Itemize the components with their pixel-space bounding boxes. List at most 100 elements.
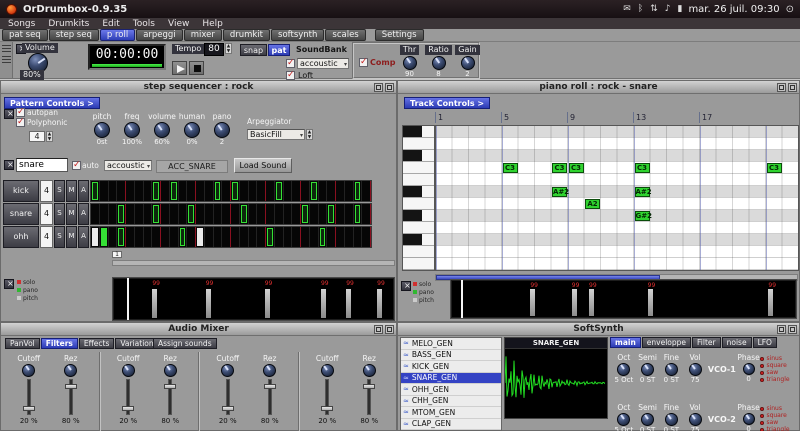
wave-option-sinus[interactable]: sinus — [760, 355, 800, 362]
mixer-tab-filters[interactable]: Filters — [41, 338, 78, 349]
generator-bass-gen[interactable]: ≈BASS_GEN — [401, 350, 501, 362]
knob-freq[interactable] — [124, 122, 140, 138]
auto-checkbox[interactable] — [72, 161, 81, 170]
knob-thr[interactable] — [403, 56, 417, 70]
arpeggiator-select[interactable]: BasicFill — [247, 129, 305, 140]
tab-p-roll[interactable]: p roll — [100, 29, 135, 41]
step-cell[interactable] — [214, 181, 223, 201]
soundbank-select[interactable]: accoustic — [297, 58, 349, 69]
steps-spinner[interactable]: 4 — [29, 131, 45, 142]
overview-bar[interactable] — [768, 289, 773, 316]
step-cell[interactable] — [117, 181, 126, 201]
wave-option-triangle[interactable]: triangle — [760, 376, 800, 383]
track-name-input[interactable] — [16, 158, 68, 172]
step-cell[interactable] — [109, 227, 118, 247]
piano-key[interactable] — [403, 210, 434, 222]
soundbank-checkbox[interactable] — [286, 59, 295, 68]
bluetooth-icon[interactable]: ᛒ — [638, 4, 643, 14]
panel-shade-button[interactable] — [788, 325, 797, 334]
overview-bar[interactable] — [572, 289, 577, 316]
track-a-button[interactable]: A — [78, 226, 89, 248]
phase-knob[interactable] — [743, 363, 755, 375]
mixer-knob[interactable] — [263, 364, 276, 377]
step-cell[interactable] — [222, 181, 231, 201]
stop-button[interactable] — [189, 61, 204, 75]
step-cell[interactable] — [336, 204, 345, 224]
autopan-checkbox[interactable] — [16, 108, 25, 117]
step-cell[interactable] — [152, 204, 161, 224]
knob-volume[interactable] — [154, 122, 170, 138]
piano-key[interactable] — [403, 162, 434, 174]
step-cell[interactable] — [301, 204, 310, 224]
step-cell[interactable] — [257, 181, 266, 201]
step-cell[interactable] — [284, 181, 293, 201]
step-cell[interactable] — [144, 204, 153, 224]
step-cell[interactable] — [275, 227, 284, 247]
note-cell[interactable]: A2 — [585, 199, 600, 209]
wave-option-saw[interactable]: saw — [760, 419, 800, 426]
mixer-slider[interactable] — [22, 379, 36, 415]
tab-settings[interactable]: Settings — [375, 29, 424, 41]
knob-vol[interactable] — [689, 363, 702, 376]
note-cell[interactable]: A#2 — [552, 187, 567, 197]
knob-fine[interactable] — [665, 363, 678, 376]
step-cell[interactable] — [336, 181, 345, 201]
snap-toggle[interactable]: snap — [240, 44, 267, 56]
slider-thumb[interactable] — [23, 406, 35, 411]
menu-help[interactable]: Help — [202, 19, 223, 29]
step-cell[interactable] — [109, 204, 118, 224]
track-count-spinner[interactable]: 4 — [40, 203, 53, 225]
step-cell[interactable] — [135, 204, 144, 224]
knob-human[interactable] — [184, 122, 200, 138]
note-cell[interactable]: C3 — [503, 163, 518, 173]
overview-bar[interactable] — [377, 289, 382, 318]
wave-option-saw[interactable]: saw — [760, 369, 800, 376]
slider-thumb[interactable] — [122, 406, 134, 411]
close-button[interactable] — [4, 109, 14, 119]
network-icon[interactable]: ⇅ — [650, 4, 658, 14]
step-cell[interactable] — [100, 181, 109, 201]
phase-knob[interactable] — [743, 413, 755, 425]
step-cell[interactable] — [196, 181, 205, 201]
step-cell[interactable] — [126, 227, 135, 247]
menu-songs[interactable]: Songs — [8, 19, 35, 29]
wave-option-sinus[interactable]: sinus — [760, 405, 800, 412]
step-cell[interactable] — [345, 181, 354, 201]
step-cell[interactable] — [327, 204, 336, 224]
polyphonic-checkbox[interactable] — [16, 118, 25, 127]
note-cell[interactable]: C3 — [635, 163, 650, 173]
step-cell[interactable] — [292, 181, 301, 201]
step-cell[interactable] — [135, 227, 144, 247]
roll-overview[interactable]: 9999999999 — [450, 279, 797, 319]
overview-option[interactable]: pitch — [17, 294, 38, 302]
step-cell[interactable] — [249, 204, 258, 224]
step-cell[interactable] — [187, 227, 196, 247]
step-cell[interactable] — [205, 181, 214, 201]
piano-key[interactable] — [403, 222, 434, 234]
step-cell[interactable] — [222, 204, 231, 224]
mixer-slider[interactable] — [121, 379, 135, 415]
knob-semi[interactable] — [641, 363, 654, 376]
tab-pat-seq[interactable]: pat seq — [2, 29, 48, 41]
step-cell[interactable] — [257, 227, 266, 247]
close-button[interactable] — [4, 160, 14, 170]
play-button[interactable] — [172, 61, 187, 75]
overview-bar[interactable] — [265, 289, 270, 318]
step-cell[interactable] — [170, 227, 179, 247]
overview-bar[interactable] — [589, 289, 594, 316]
step-cell[interactable] — [152, 181, 161, 201]
knob-fine[interactable] — [665, 413, 678, 426]
step-cell[interactable] — [354, 204, 363, 224]
note-cell[interactable]: C3 — [569, 163, 584, 173]
overview-option[interactable]: solo — [17, 278, 38, 286]
step-cell[interactable] — [292, 204, 301, 224]
overview-bar[interactable] — [152, 289, 157, 318]
step-cell[interactable] — [240, 227, 249, 247]
step-cell[interactable] — [214, 227, 223, 247]
step-cell[interactable] — [345, 204, 354, 224]
slider-thumb[interactable] — [65, 384, 77, 389]
comp-checkbox[interactable] — [359, 58, 368, 67]
knob-pano[interactable] — [214, 122, 230, 138]
generator-mtom-gen[interactable]: ≈MTOM_GEN — [401, 407, 501, 419]
slider-thumb[interactable] — [222, 406, 234, 411]
